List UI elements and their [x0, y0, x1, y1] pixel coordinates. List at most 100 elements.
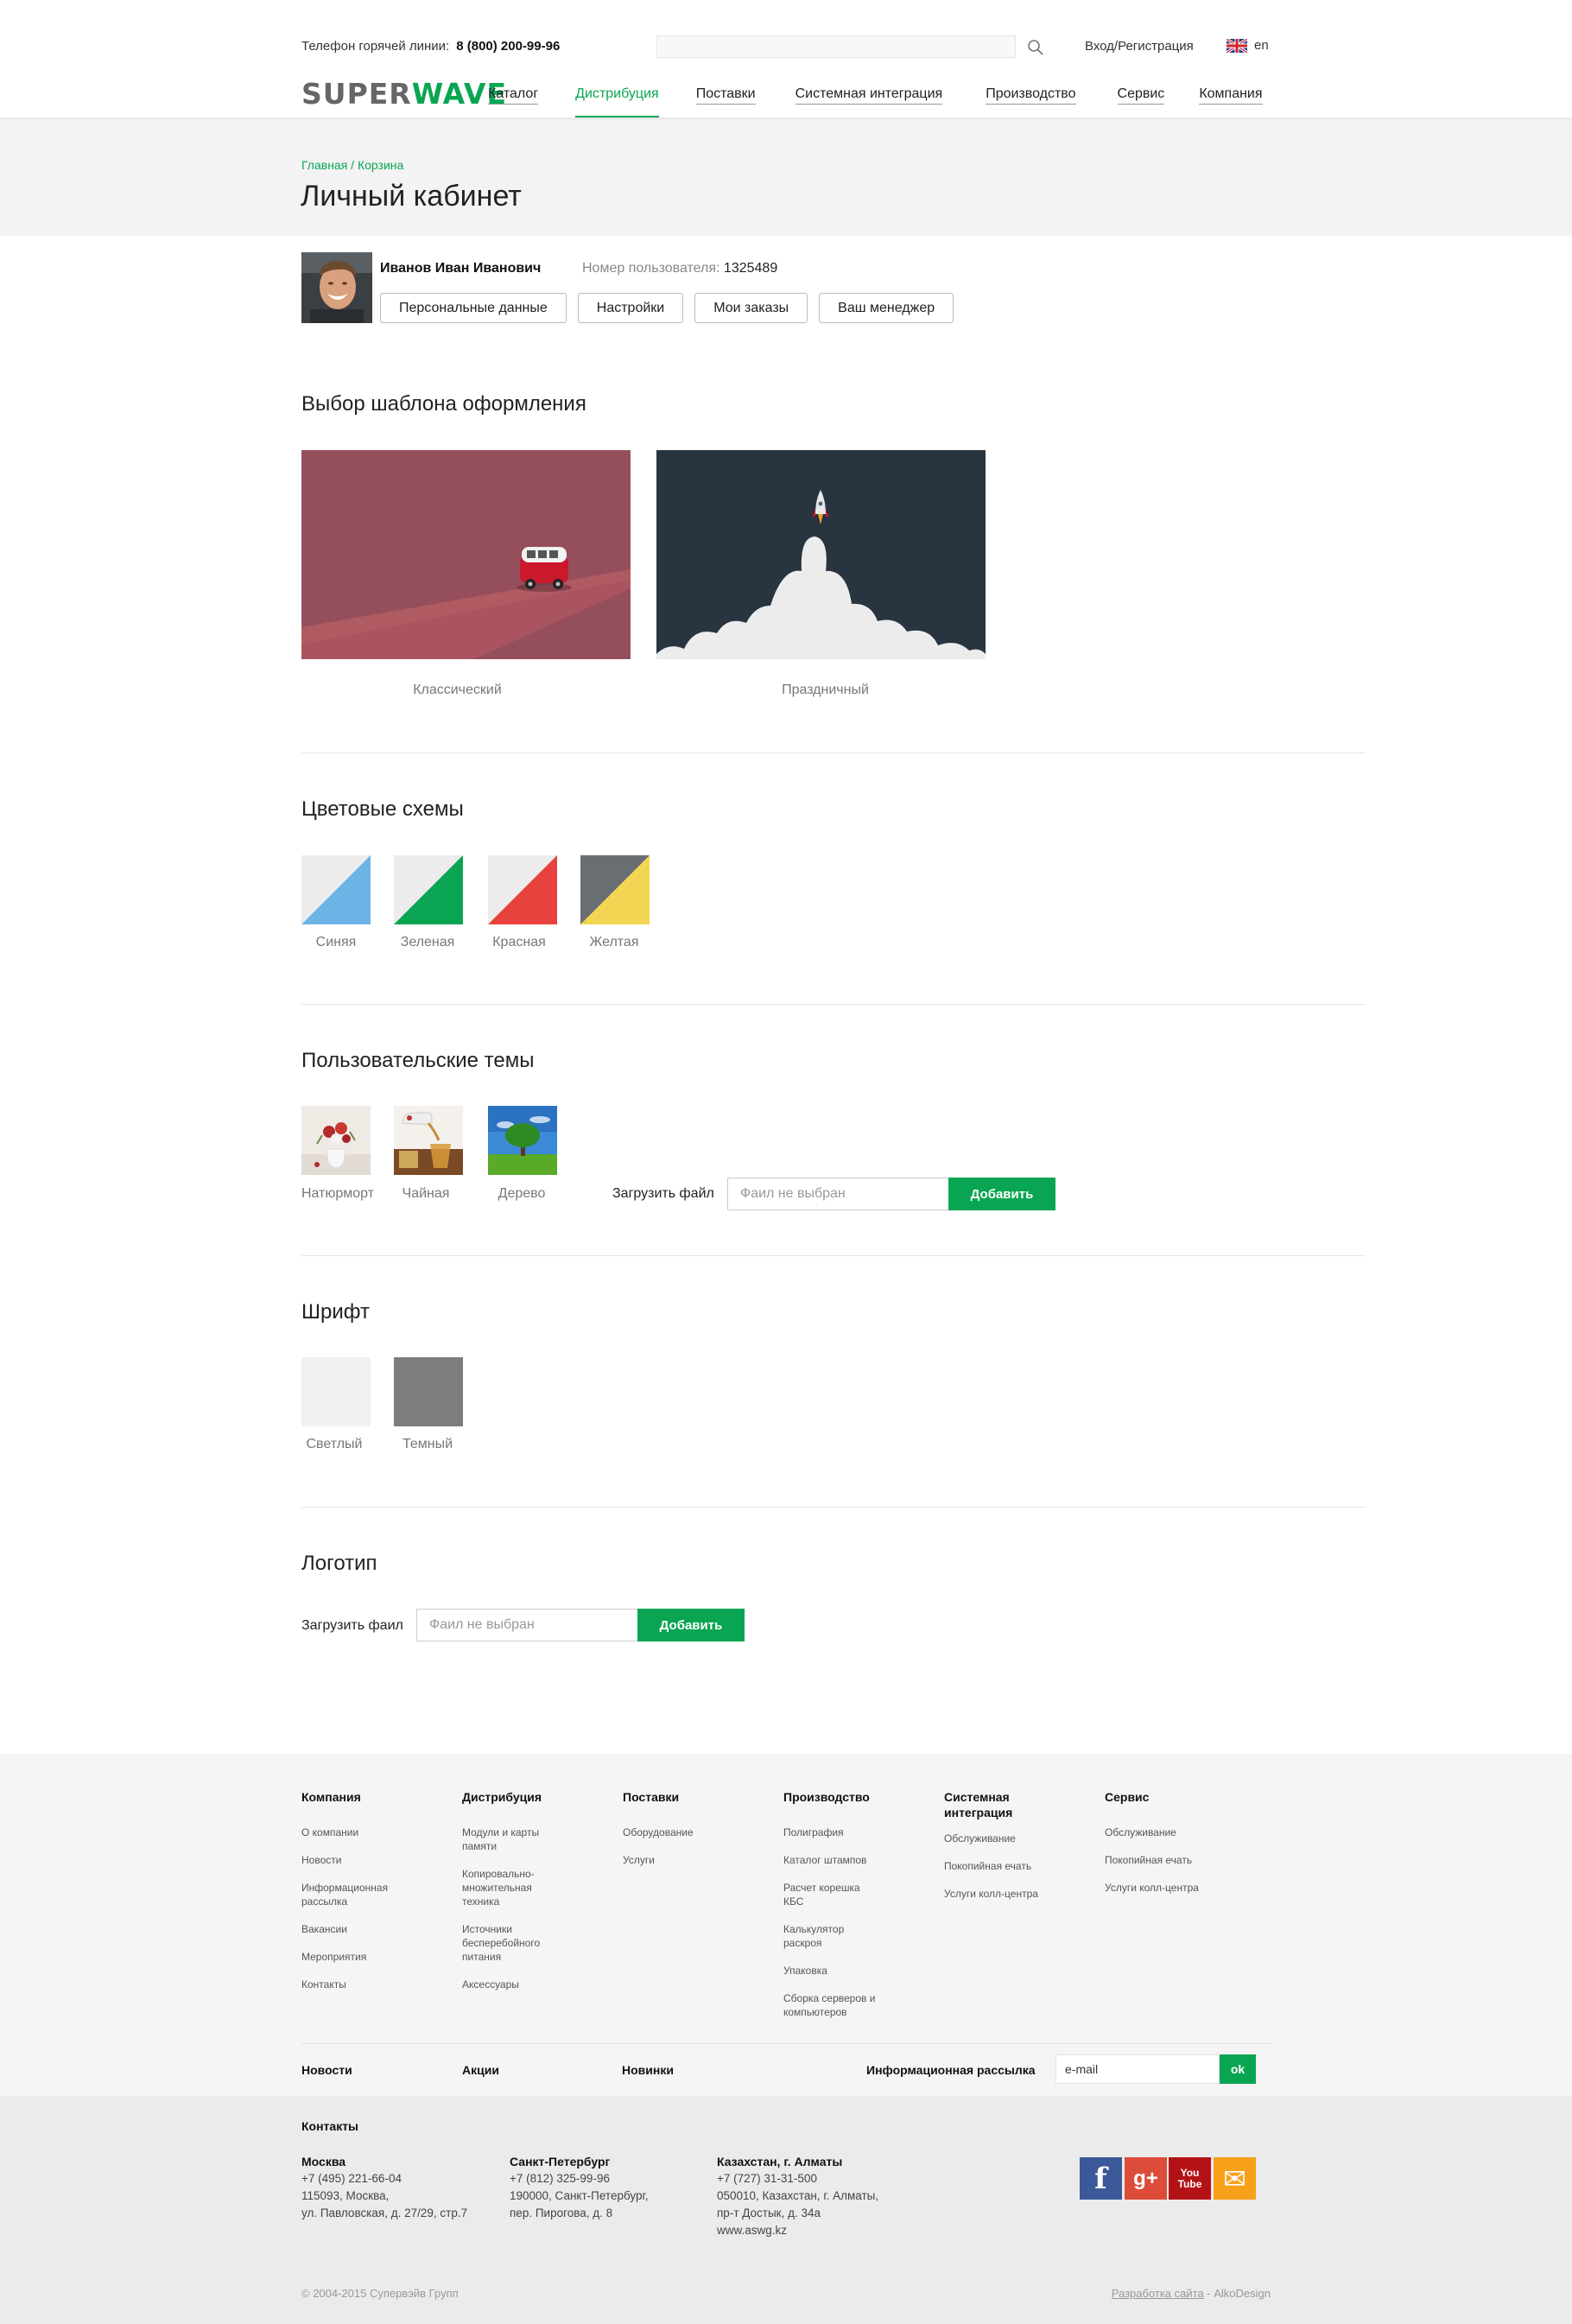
footer-link[interactable]: Копировально-множительная техника	[462, 1867, 561, 1908]
footer-link[interactable]: Источники бесперебойного питания	[462, 1922, 561, 1964]
user-number-value: 1325489	[723, 261, 778, 276]
hotline-label: Телефон горячей линии:	[301, 39, 450, 54]
nav-company[interactable]: Компания	[1199, 86, 1263, 105]
user-name: Иванов Иван Иванович	[380, 261, 542, 276]
footer-divider	[301, 2043, 1272, 2044]
nav-supplies[interactable]: Поставки	[695, 86, 756, 105]
footer-column-company: Компания О компании Новости Информационн…	[301, 1789, 440, 2005]
font-swatch-light[interactable]	[301, 1357, 371, 1426]
personal-data-button[interactable]: Персональные данные	[380, 293, 567, 323]
footer-column-title: Сервис	[1105, 1790, 1150, 1804]
template-classic-label: Классический	[413, 683, 502, 697]
office-spb: Санкт-Петербург +7 (812) 325-99-96 19000…	[510, 2153, 649, 2222]
mail-icon[interactable]: ✉	[1214, 2157, 1256, 2200]
search-input[interactable]	[656, 35, 1016, 58]
footer-link[interactable]: Услуги колл-центра	[1105, 1881, 1243, 1895]
footer-link[interactable]: Расчет корешка КБС	[783, 1881, 878, 1908]
breadcrumb[interactable]: Главная / Корзина	[301, 158, 403, 172]
footer-link[interactable]: Оборудование	[623, 1826, 761, 1839]
footer-column-title: Поставки	[623, 1790, 680, 1804]
footer-link[interactable]: Полиграфия	[783, 1826, 896, 1839]
footer-link[interactable]: Покопийная ечать	[1105, 1853, 1243, 1867]
logo-add-button[interactable]: Добавить	[637, 1609, 745, 1641]
manager-button[interactable]: Ваш менеджер	[819, 293, 954, 323]
footer-link[interactable]: Аксессуары	[462, 1978, 561, 1991]
newsletter-email-input[interactable]: e-mail	[1055, 2054, 1220, 2084]
color-swatch-yellow[interactable]	[580, 855, 650, 924]
footer-column-production: Производство Полиграфия Каталог штампов …	[783, 1789, 896, 2033]
hotline: Телефон горячей линии: 8 (800) 200-99-96	[301, 39, 560, 54]
superwave-logo[interactable]: SUPERWAVE	[301, 77, 507, 111]
color-swatch-red[interactable]	[488, 855, 557, 924]
color-label-blue: Синяя	[315, 935, 357, 949]
divider	[301, 1255, 1366, 1256]
nav-distribution[interactable]: Дистрибуция	[575, 86, 659, 117]
footer-link[interactable]: Мероприятия	[301, 1950, 440, 1964]
footer-promo-link[interactable]: Акции	[462, 2063, 499, 2077]
hotline-phone[interactable]: 8 (800) 200-99-96	[456, 39, 560, 54]
search-icon[interactable]	[1026, 38, 1045, 57]
youtube-icon[interactable]: You Tube	[1169, 2157, 1211, 2200]
themes-file-input[interactable]: Фаил не выбран	[727, 1178, 949, 1210]
theme-still-life[interactable]	[301, 1106, 371, 1175]
newsletter-ok-button[interactable]: ok	[1220, 2054, 1256, 2084]
footer-link[interactable]: Модули и карты памяти	[462, 1826, 561, 1853]
footer-new-items-link[interactable]: Новинки	[622, 2063, 674, 2077]
office-almaty: Казахстан, г. Алматы +7 (727) 31-31-500 …	[717, 2153, 878, 2239]
footer-link[interactable]: Упаковка	[783, 1964, 896, 1978]
google-plus-icon[interactable]: g+	[1125, 2157, 1167, 2200]
office-phone: +7 (727) 31-31-500	[717, 2172, 817, 2185]
facebook-icon[interactable]: f	[1080, 2157, 1122, 2200]
settings-button[interactable]: Настройки	[577, 293, 684, 323]
footer-link[interactable]: Покопийная ечать	[944, 1859, 1048, 1873]
color-swatch-green[interactable]	[394, 855, 463, 924]
font-swatch-dark[interactable]	[394, 1357, 463, 1426]
logo-title: Логотип	[301, 1552, 377, 1575]
nav-catalog[interactable]: Каталог	[488, 86, 539, 105]
office-address-line: 190000, Санкт-Петербург,	[510, 2189, 649, 2202]
footer-link[interactable]: О компании	[301, 1826, 440, 1839]
theme-tea[interactable]	[394, 1106, 463, 1175]
color-swatch-blue[interactable]	[301, 855, 371, 924]
site-header: Телефон горячей линии: 8 (800) 200-99-96 …	[0, 0, 1572, 117]
footer-link[interactable]: Контакты	[301, 1978, 440, 1991]
developer-credit: Разработка сайта - AlkoDesign	[1112, 2287, 1271, 2300]
footer-link[interactable]: Информационная рассылка	[301, 1881, 405, 1908]
office-address-line: 050010, Казахстан, г. Алматы,	[717, 2189, 879, 2202]
my-orders-button[interactable]: Мои заказы	[694, 293, 808, 323]
footer-link[interactable]: Калькулятор раскроя	[783, 1922, 861, 1950]
office-city: Москва	[301, 2155, 346, 2168]
logo-file-input[interactable]: Фаил не выбран	[416, 1609, 638, 1641]
themes-add-button[interactable]: Добавить	[948, 1178, 1055, 1210]
footer-news-link[interactable]: Новости	[301, 2063, 352, 2077]
footer-link[interactable]: Обслуживание	[1105, 1826, 1243, 1839]
language-switch[interactable]: en	[1227, 38, 1269, 53]
developer-link[interactable]: Разработка сайта	[1112, 2287, 1204, 2300]
template-classic[interactable]	[301, 450, 631, 659]
main-nav: Каталог Дистрибуция Поставки Системная и…	[488, 86, 1263, 117]
login-link[interactable]: Вход/Регистрация	[1085, 39, 1194, 54]
template-festive[interactable]	[656, 450, 986, 659]
footer-link[interactable]: Услуги	[623, 1853, 761, 1867]
font-label-light: Светлый	[306, 1437, 363, 1451]
footer-link[interactable]: Каталог штампов	[783, 1853, 896, 1867]
office-phone: +7 (812) 325-99-96	[510, 2172, 610, 2185]
color-schemes-title: Цветовые схемы	[301, 797, 464, 821]
nav-system-integration[interactable]: Системная интеграция	[795, 86, 943, 105]
nav-production[interactable]: Производство	[986, 86, 1076, 105]
footer-link[interactable]: Услуги колл-центра	[944, 1887, 1048, 1901]
footer-link[interactable]: Вакансии	[301, 1922, 440, 1936]
office-phone: +7 (495) 221-66-04	[301, 2172, 402, 2185]
footer-link[interactable]: Сборка серверов и компьютеров	[783, 1991, 896, 2019]
office-address-line: пр-т Достык, д. 34а	[717, 2207, 821, 2219]
nav-service[interactable]: Сервис	[1117, 86, 1165, 105]
footer-link[interactable]: Обслуживание	[944, 1832, 1048, 1845]
office-website-link[interactable]: www.aswg.kz	[717, 2222, 878, 2239]
logo-upload-label: Загрузить фаил	[301, 1618, 403, 1633]
theme-label-tea: Чайная	[402, 1186, 450, 1201]
office-address-line: пер. Пирогова, д. 8	[510, 2207, 613, 2219]
footer-link[interactable]: Новости	[301, 1853, 440, 1867]
footer-column-title: Системная интеграция	[944, 1790, 1013, 1819]
user-number-label: Номер пользователя:	[582, 261, 720, 276]
theme-tree[interactable]	[488, 1106, 557, 1175]
